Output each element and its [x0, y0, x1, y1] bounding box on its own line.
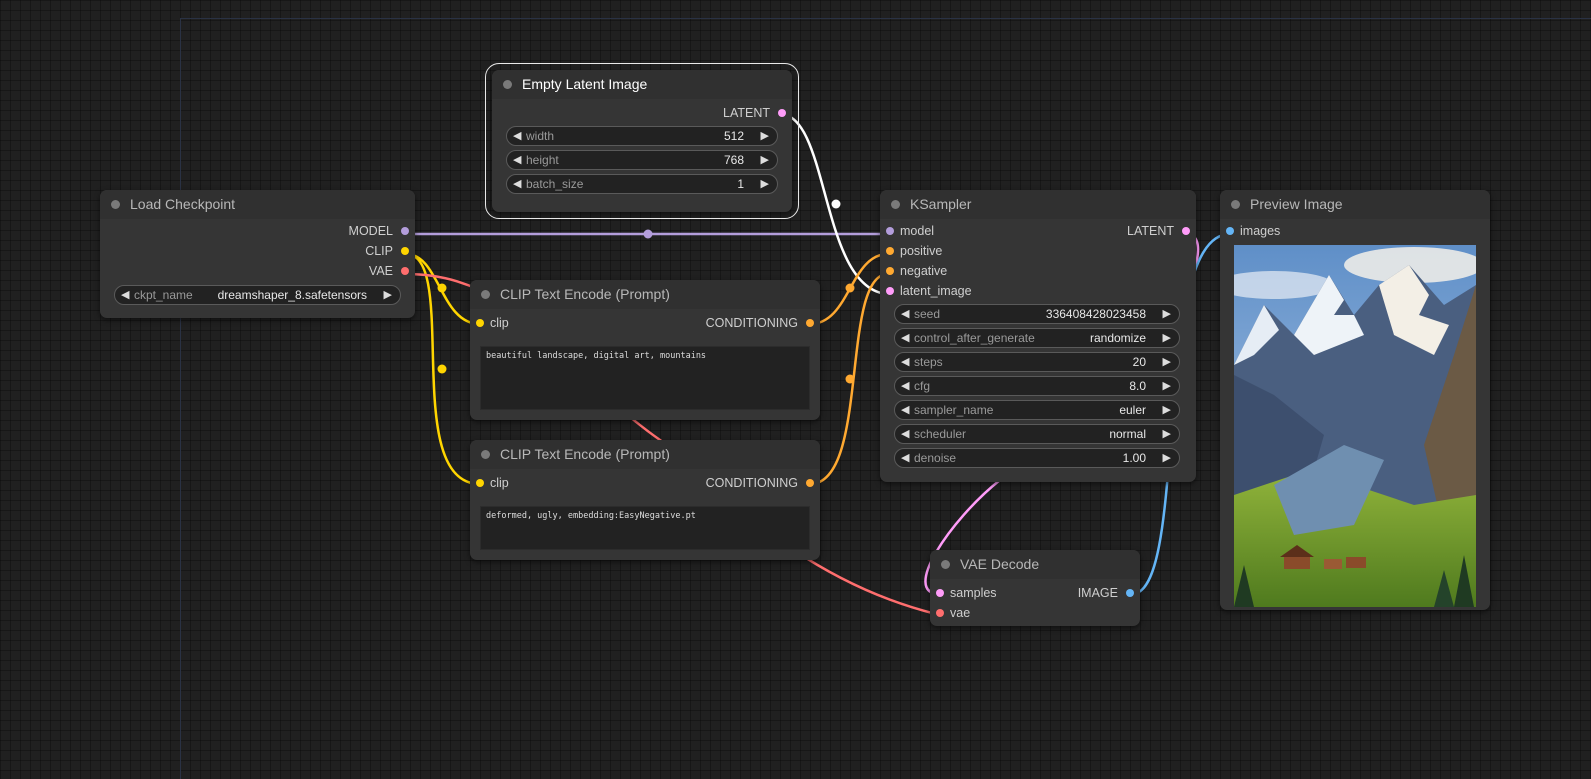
node-title-text: CLIP Text Encode (Prompt)	[500, 286, 670, 302]
widget-control-after-generate[interactable]: ◀ control_after_generate randomize ▶	[894, 328, 1180, 348]
widget-seed[interactable]: ◀ seed 336408428023458 ▶	[894, 304, 1180, 324]
collapse-dot[interactable]	[1231, 200, 1240, 209]
node-empty-latent-image[interactable]: Empty Latent Image LATENT ◀ width 512 ▶ …	[485, 63, 799, 219]
slot-label: LATENT	[723, 106, 770, 120]
increment-icon[interactable]: ▶	[1163, 401, 1171, 419]
output-slot-model[interactable]: MODEL	[100, 221, 415, 241]
input-slot-positive[interactable]: positive	[880, 241, 1196, 261]
slot-connector[interactable]	[886, 287, 894, 295]
input-slot-model[interactable]: model LATENT	[880, 221, 1196, 241]
slot-connector[interactable]	[886, 267, 894, 275]
increment-icon[interactable]: ▶	[1163, 377, 1171, 395]
link-midpoint	[643, 229, 653, 239]
decrement-icon[interactable]: ◀	[901, 425, 909, 443]
decrement-icon[interactable]: ◀	[901, 401, 909, 419]
decrement-icon[interactable]: ◀	[901, 329, 909, 347]
node-title-text: Preview Image	[1250, 196, 1343, 212]
node-title-text: CLIP Text Encode (Prompt)	[500, 446, 670, 462]
input-slot-negative[interactable]: negative	[880, 261, 1196, 281]
widget-sampler-name[interactable]: ◀ sampler_name euler ▶	[894, 400, 1180, 420]
collapse-dot[interactable]	[891, 200, 900, 209]
input-slot-samples[interactable]: samples IMAGE	[930, 583, 1140, 603]
decrement-icon[interactable]: ◀	[901, 449, 909, 467]
increment-icon[interactable]: ▶	[1163, 449, 1171, 467]
increment-icon[interactable]: ▶	[384, 286, 392, 304]
decrement-icon[interactable]: ◀	[513, 151, 521, 169]
node-title[interactable]: CLIP Text Encode (Prompt)	[470, 280, 820, 309]
slot-connector[interactable]	[806, 479, 814, 487]
node-title-text: Load Checkpoint	[130, 196, 236, 212]
preview-image[interactable]	[1234, 245, 1476, 607]
input-slot-latent-image[interactable]: latent_image	[880, 281, 1196, 301]
slot-connector[interactable]	[401, 267, 409, 275]
node-title-text: Empty Latent Image	[522, 76, 648, 92]
slot-connector[interactable]	[1226, 227, 1234, 235]
decrement-icon[interactable]: ◀	[513, 175, 521, 193]
node-title-text: KSampler	[910, 196, 972, 212]
widget-scheduler[interactable]: ◀ scheduler normal ▶	[894, 424, 1180, 444]
slot-connector[interactable]	[778, 109, 786, 117]
node-title[interactable]: KSampler	[880, 190, 1196, 219]
slot-connector[interactable]	[476, 319, 484, 327]
input-slot-vae[interactable]: vae	[930, 603, 1140, 623]
increment-icon[interactable]: ▶	[1163, 425, 1171, 443]
output-slot-latent[interactable]: LATENT	[492, 103, 792, 123]
collapse-dot[interactable]	[481, 290, 490, 299]
widget-height[interactable]: ◀ height 768 ▶	[506, 150, 778, 170]
collapse-dot[interactable]	[503, 80, 512, 89]
node-title-text: VAE Decode	[960, 556, 1040, 572]
slot-row[interactable]: clip CONDITIONING	[470, 473, 820, 493]
widget-denoise[interactable]: ◀ denoise 1.00 ▶	[894, 448, 1180, 468]
node-preview-image[interactable]: Preview Image images	[1220, 190, 1490, 610]
increment-icon[interactable]: ▶	[761, 127, 769, 145]
slot-row[interactable]: clip CONDITIONING	[470, 313, 820, 333]
slot-connector[interactable]	[401, 227, 409, 235]
collapse-dot[interactable]	[941, 560, 950, 569]
increment-icon[interactable]: ▶	[1163, 329, 1171, 347]
widget-ckpt-name[interactable]: ◀ ckpt_name dreamshaper_8.safetensors ▶	[114, 285, 401, 305]
node-load-checkpoint[interactable]: Load Checkpoint MODEL CLIP VAE ◀ ckpt_na…	[100, 190, 415, 318]
slot-connector[interactable]	[1126, 589, 1134, 597]
node-title[interactable]: CLIP Text Encode (Prompt)	[470, 440, 820, 469]
widget-width[interactable]: ◀ width 512 ▶	[506, 126, 778, 146]
mountain-landscape-image	[1234, 245, 1476, 607]
slot-connector[interactable]	[476, 479, 484, 487]
slot-connector[interactable]	[806, 319, 814, 327]
widget-steps[interactable]: ◀ steps 20 ▶	[894, 352, 1180, 372]
slot-connector[interactable]	[886, 247, 894, 255]
decrement-icon[interactable]: ◀	[901, 377, 909, 395]
slot-connector[interactable]	[1182, 227, 1190, 235]
output-slot-clip[interactable]: CLIP	[100, 241, 415, 261]
node-title[interactable]: Load Checkpoint	[100, 190, 415, 219]
increment-icon[interactable]: ▶	[761, 151, 769, 169]
decrement-icon[interactable]: ◀	[513, 127, 521, 145]
slot-connector[interactable]	[936, 609, 944, 617]
decrement-icon[interactable]: ◀	[901, 353, 909, 371]
decrement-icon[interactable]: ◀	[901, 305, 909, 323]
collapse-dot[interactable]	[481, 450, 490, 459]
node-vae-decode[interactable]: VAE Decode samples IMAGE vae	[930, 550, 1140, 626]
node-title[interactable]: Empty Latent Image	[492, 70, 792, 99]
widget-batch-size[interactable]: ◀ batch_size 1 ▶	[506, 174, 778, 194]
node-clip-text-encode-negative[interactable]: CLIP Text Encode (Prompt) clip CONDITION…	[470, 440, 820, 560]
slot-connector[interactable]	[936, 589, 944, 597]
increment-icon[interactable]: ▶	[1163, 353, 1171, 371]
collapse-dot[interactable]	[111, 200, 120, 209]
decrement-icon[interactable]: ◀	[121, 286, 129, 304]
prompt-textarea[interactable]: beautiful landscape, digital art, mounta…	[480, 346, 810, 410]
increment-icon[interactable]: ▶	[1163, 305, 1171, 323]
widget-cfg[interactable]: ◀ cfg 8.0 ▶	[894, 376, 1180, 396]
slot-connector[interactable]	[886, 227, 894, 235]
node-ksampler[interactable]: KSampler model LATENT positive negative …	[880, 190, 1196, 482]
node-title[interactable]: VAE Decode	[930, 550, 1140, 579]
node-title[interactable]: Preview Image	[1220, 190, 1490, 219]
slot-connector[interactable]	[401, 247, 409, 255]
output-slot-vae[interactable]: VAE	[100, 261, 415, 281]
node-clip-text-encode-positive[interactable]: CLIP Text Encode (Prompt) clip CONDITION…	[470, 280, 820, 420]
prompt-textarea[interactable]: deformed, ugly, embedding:EasyNegative.p…	[480, 506, 810, 550]
input-slot-images[interactable]: images	[1220, 221, 1490, 241]
increment-icon[interactable]: ▶	[761, 175, 769, 193]
